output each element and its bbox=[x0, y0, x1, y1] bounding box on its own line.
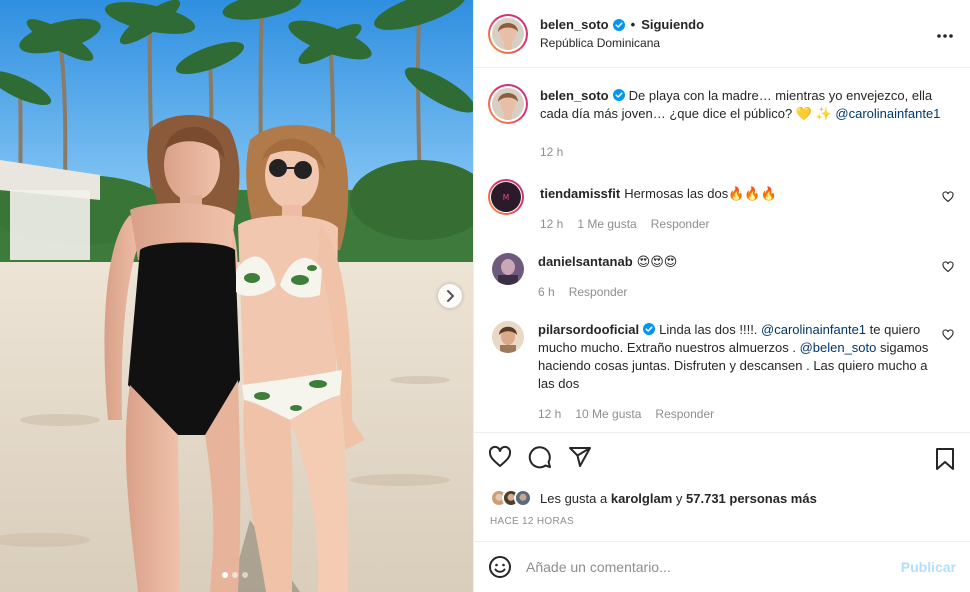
comment-input[interactable] bbox=[526, 559, 901, 576]
header-separator: • bbox=[630, 17, 636, 33]
chevron-right-icon bbox=[447, 290, 454, 302]
verified-badge-icon bbox=[643, 323, 656, 336]
comment-username[interactable]: pilarsordooficial bbox=[538, 322, 639, 337]
post-caption: belen_soto De playa con la madre… mientra… bbox=[488, 84, 954, 161]
comment-mention[interactable]: @carolinainfante1 bbox=[761, 322, 866, 337]
emoji-button[interactable] bbox=[488, 555, 512, 579]
likes-summary: Les gusta a karolglam y 57.731 personas … bbox=[474, 482, 970, 511]
caption-username[interactable]: belen_soto bbox=[540, 88, 609, 103]
comment-item: danielsantanab 😍😍😍 6 h Responder bbox=[488, 253, 954, 301]
like-button[interactable] bbox=[488, 445, 512, 469]
commenter-avatar[interactable] bbox=[492, 253, 524, 286]
post-time-ago: HACE 12 HORAS bbox=[490, 515, 574, 527]
bookmark-icon bbox=[936, 447, 954, 470]
beach-photo bbox=[0, 0, 473, 592]
comment-time: 12 h bbox=[538, 407, 562, 422]
comment-text: Hermosas las dos🔥🔥🔥 bbox=[624, 186, 777, 202]
verified-badge-icon bbox=[612, 89, 625, 102]
comment-button[interactable] bbox=[528, 445, 552, 469]
comment-text: Linda las dos !!!!. bbox=[659, 322, 762, 338]
commenter-avatar[interactable] bbox=[492, 321, 524, 354]
like-comment-button[interactable] bbox=[942, 191, 954, 206]
liker-avatar[interactable] bbox=[514, 489, 532, 508]
heart-icon bbox=[942, 329, 954, 341]
reply-button[interactable]: Responder bbox=[569, 283, 628, 301]
post-header: belen_soto • Siguiendo República Dominic… bbox=[474, 0, 970, 69]
heart-icon bbox=[942, 191, 954, 203]
likes-user[interactable]: karolglam bbox=[611, 491, 672, 506]
carousel-dot bbox=[242, 572, 248, 578]
post-location[interactable]: República Dominicana bbox=[540, 36, 704, 50]
publish-button[interactable]: Publicar bbox=[901, 559, 956, 575]
avatar-image bbox=[492, 17, 524, 50]
avatar-image bbox=[492, 88, 524, 121]
avatar-image: M bbox=[491, 182, 521, 213]
verified-badge-icon bbox=[612, 18, 625, 31]
heart-icon bbox=[488, 446, 512, 468]
comment-icon bbox=[528, 446, 551, 469]
caption-mention[interactable]: @carolinainfante1 bbox=[835, 106, 940, 121]
comment-likes-count[interactable]: 10 Me gusta bbox=[575, 405, 641, 423]
comment-username[interactable]: danielsantanab bbox=[538, 254, 633, 269]
comment-item: pilarsordooficial Linda las dos !!!!. @ca… bbox=[488, 321, 954, 423]
save-button[interactable] bbox=[934, 447, 956, 474]
comment-likes-count[interactable]: 1 Me gusta bbox=[577, 215, 636, 233]
svg-text:M: M bbox=[503, 193, 509, 202]
heart-icon bbox=[942, 261, 954, 273]
likes-joiner: y bbox=[675, 490, 683, 506]
comment-composer: Publicar bbox=[474, 541, 970, 592]
post-photo[interactable] bbox=[0, 0, 473, 592]
comment-item: M tiendamissfit Hermosas las dos🔥🔥🔥 12 h … bbox=[488, 179, 954, 233]
carousel-dot bbox=[222, 572, 228, 578]
like-comment-button[interactable] bbox=[942, 329, 954, 344]
comment-time: 12 h bbox=[540, 217, 564, 232]
following-button[interactable]: Siguiendo bbox=[641, 17, 704, 32]
post-details-panel: belen_soto • Siguiendo República Dominic… bbox=[473, 0, 970, 592]
share-icon bbox=[569, 447, 591, 468]
likes-prefix: Les gusta a bbox=[540, 490, 608, 506]
likes-count[interactable]: 57.731 personas más bbox=[686, 491, 817, 506]
reply-button[interactable]: Responder bbox=[655, 405, 714, 423]
caption-time: 12 h bbox=[540, 145, 564, 160]
author-username[interactable]: belen_soto bbox=[540, 17, 609, 32]
carousel-indicator bbox=[222, 572, 248, 578]
liker-avatars bbox=[490, 489, 532, 508]
commenter-avatar[interactable]: M bbox=[488, 179, 524, 216]
comment-username[interactable]: tiendamissfit bbox=[540, 186, 620, 201]
comment-time: 6 h bbox=[538, 285, 555, 300]
comment-mention[interactable]: @belen_soto bbox=[800, 340, 877, 355]
author-avatar[interactable] bbox=[488, 13, 528, 54]
emoji-icon bbox=[489, 556, 511, 579]
next-photo-button[interactable] bbox=[438, 284, 462, 308]
comments-list[interactable]: belen_soto De playa con la madre… mientra… bbox=[474, 68, 970, 431]
carousel-dot bbox=[232, 572, 238, 578]
post-actions-bar bbox=[474, 431, 970, 483]
reply-button[interactable]: Responder bbox=[651, 215, 710, 233]
comment-text: 😍😍😍 bbox=[636, 254, 678, 270]
more-options-button[interactable] bbox=[936, 27, 954, 42]
like-comment-button[interactable] bbox=[942, 261, 954, 276]
share-button[interactable] bbox=[568, 445, 592, 469]
instagram-post: belen_soto • Siguiendo República Dominic… bbox=[0, 0, 970, 592]
caption-avatar[interactable] bbox=[488, 84, 528, 125]
more-options-icon bbox=[937, 34, 953, 38]
